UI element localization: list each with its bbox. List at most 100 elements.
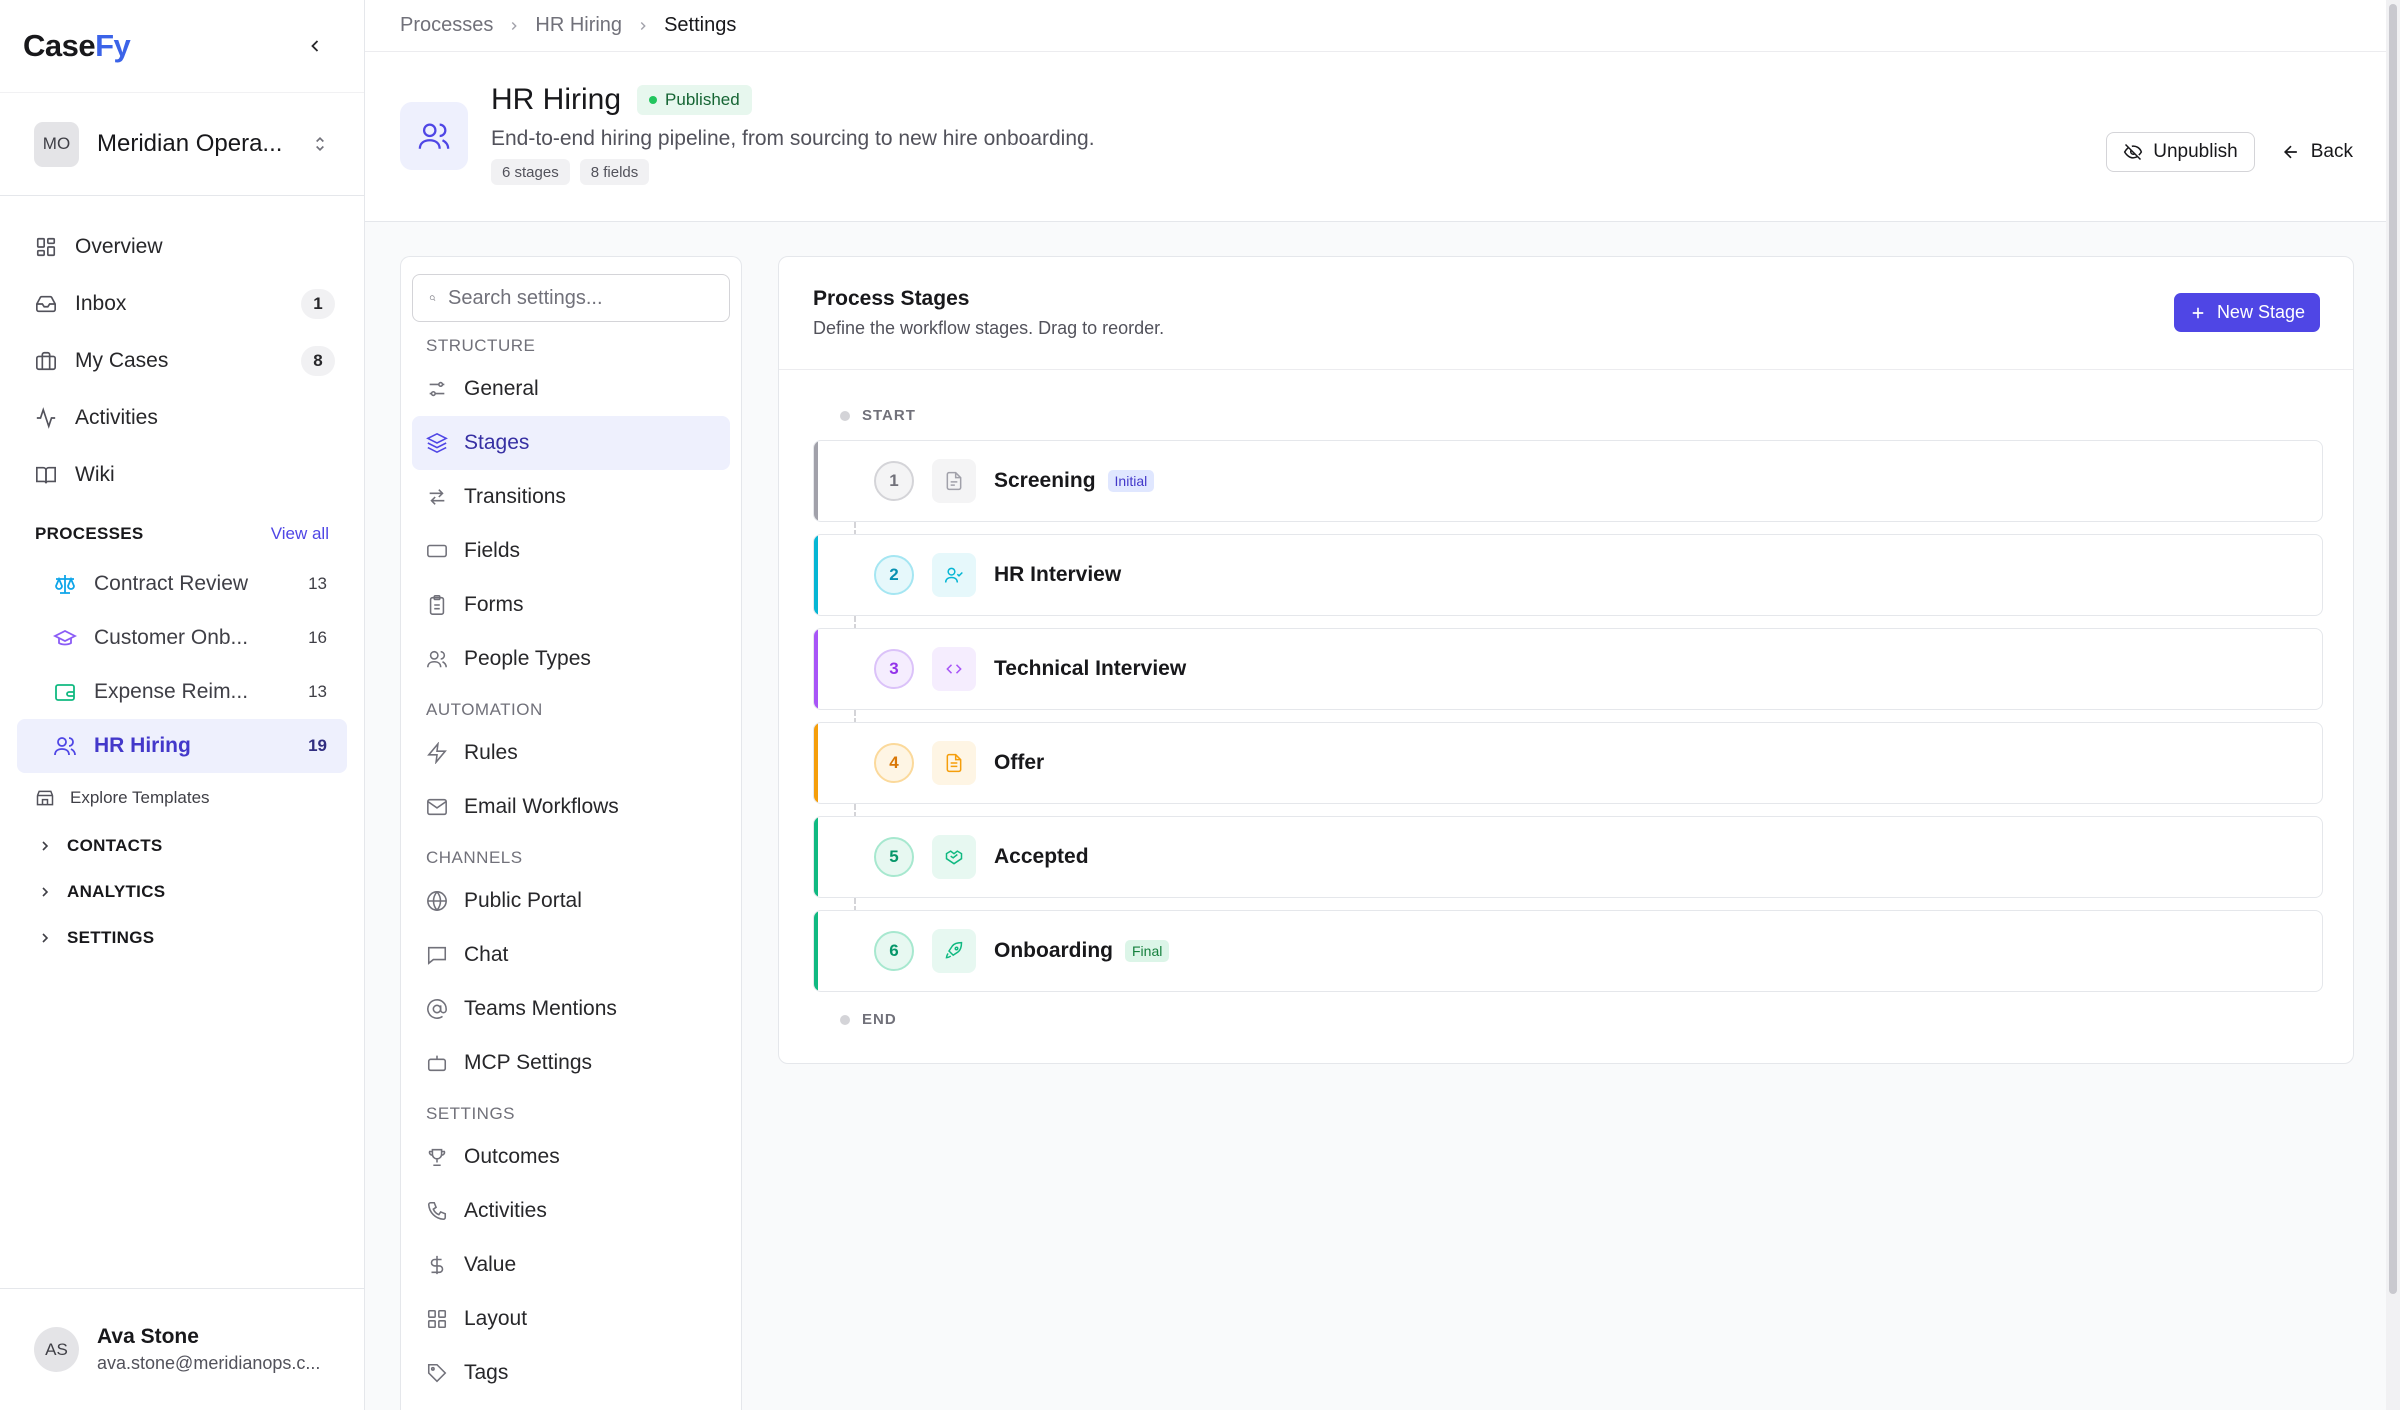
chevrons-up-down-icon <box>316 136 324 152</box>
process-item-customer-onboarding[interactable]: Customer Onb... 16 <box>17 611 347 665</box>
briefcase-icon <box>36 351 56 370</box>
final-badge: Final <box>1125 940 1170 962</box>
settings-item-value[interactable]: Value <box>412 1238 730 1292</box>
back-button[interactable]: Back <box>2269 132 2365 172</box>
stage-name-wrap: Accepted <box>994 845 1089 869</box>
nav-item-label: Wiki <box>75 462 115 486</box>
grid-icon <box>36 237 56 256</box>
settings-item-label: MCP Settings <box>464 1051 592 1074</box>
explore-templates-link[interactable]: Explore Templates <box>0 773 364 823</box>
mail-icon <box>427 798 447 816</box>
sliders-icon <box>429 381 445 397</box>
nav-item-activities[interactable]: Activities <box>0 389 364 446</box>
settings-item-rules[interactable]: Rules <box>412 726 730 780</box>
logo-text: Case <box>23 28 96 63</box>
group-contacts[interactable]: CONTACTS <box>0 823 364 869</box>
group-analytics[interactable]: ANALYTICS <box>0 869 364 915</box>
settings-item-label: Layout <box>464 1307 528 1330</box>
process-header: HR Hiring Published End-to-end hiring pi… <box>365 52 2400 222</box>
stage-name: Technical Interview <box>994 657 1187 680</box>
settings-item-email-workflows[interactable]: Email Workflows <box>412 780 730 834</box>
settings-item-label: Fields <box>464 539 521 562</box>
nav-item-label: Overview <box>75 234 163 258</box>
breadcrumb: Processes HR Hiring Settings <box>365 0 2400 52</box>
search-input[interactable] <box>448 286 713 310</box>
settings-search[interactable] <box>412 274 730 322</box>
breadcrumb-processes[interactable]: Processes <box>400 14 493 37</box>
chevron-left-icon <box>311 40 319 52</box>
process-item-hr-hiring[interactable]: HR Hiring 19 <box>17 719 347 773</box>
settings-item-label: Tags <box>464 1361 509 1384</box>
avatar: AS <box>34 1327 79 1372</box>
users-icon <box>418 123 450 149</box>
settings-item-chat[interactable]: Chat <box>412 928 730 982</box>
tag-icon <box>427 1363 447 1383</box>
stage-row-technical-interview[interactable]: 3 Technical Interview <box>813 628 2323 710</box>
search-icon <box>429 295 436 301</box>
section-title-automation: AUTOMATION <box>426 700 543 719</box>
settings-item-forms[interactable]: Forms <box>412 578 730 632</box>
logo[interactable]: CaseFy <box>23 28 131 64</box>
view-all-link[interactable]: View all <box>271 524 329 544</box>
settings-item-stages[interactable]: Stages <box>412 416 730 470</box>
stage-color-bar <box>814 535 818 615</box>
settings-item-people-types[interactable]: People Types <box>412 632 730 686</box>
settings-item-activities[interactable]: Activities <box>412 1184 730 1238</box>
grid-icon <box>427 1309 447 1329</box>
stage-row-screening[interactable]: 1 Screening Initial <box>813 440 2323 522</box>
new-stage-button[interactable]: New Stage <box>2173 293 2320 332</box>
settings-item-outcomes[interactable]: Outcomes <box>412 1130 730 1184</box>
stage-number: 5 <box>874 837 914 877</box>
status-badge: Published <box>637 85 752 115</box>
start-dot <box>840 410 850 421</box>
rocket-icon <box>945 941 963 959</box>
workspace-switcher[interactable]: MO Meridian Opera... <box>0 92 364 196</box>
settings-item-teams-mentions[interactable]: Teams Mentions <box>412 982 730 1036</box>
settings-item-public-portal[interactable]: Public Portal <box>412 874 730 928</box>
stage-icon <box>932 459 976 503</box>
settings-item-label: Rules <box>464 741 518 764</box>
settings-item-layout[interactable]: Layout <box>412 1292 730 1346</box>
process-icon <box>400 102 468 170</box>
process-item-expense-reimbursement[interactable]: Expense Reim... 13 <box>17 665 347 719</box>
workspace-avatar: MO <box>34 121 79 167</box>
nav-item-label: My Cases <box>75 348 169 372</box>
process-item-contract-review[interactable]: Contract Review 13 <box>17 557 347 611</box>
arrow-left-icon <box>2283 145 2297 159</box>
user-profile[interactable]: AS Ava Stone ava.stone@meridianops.c... <box>0 1288 364 1410</box>
end-dot <box>840 1014 850 1025</box>
page-title: HR Hiring <box>491 83 622 116</box>
process-item-count: 13 <box>308 574 327 593</box>
settings-item-transitions[interactable]: Transitions <box>412 470 730 524</box>
graduation-cap-icon <box>53 629 77 646</box>
file-icon <box>946 471 962 491</box>
group-settings[interactable]: SETTINGS <box>0 915 364 961</box>
breadcrumb-hr-hiring[interactable]: HR Hiring <box>535 14 622 37</box>
settings-item-mcp-settings[interactable]: MCP Settings <box>412 1036 730 1090</box>
scrollbar[interactable] <box>2386 0 2400 1410</box>
tag-stages-count: 6 stages <box>491 159 570 185</box>
inbox-icon <box>36 295 56 312</box>
back-label: Back <box>2310 141 2353 162</box>
stage-row-accepted[interactable]: 5 Accepted <box>813 816 2323 898</box>
stage-row-hr-interview[interactable]: 2 HR Interview <box>813 534 2323 616</box>
settings-item-label: Transitions <box>464 485 566 508</box>
chevron-right-icon <box>640 21 646 30</box>
bot-icon <box>427 1055 447 1072</box>
unpublish-button[interactable]: Unpublish <box>2106 132 2255 172</box>
initial-badge: Initial <box>1107 470 1155 492</box>
scrollbar-thumb[interactable] <box>2389 4 2397 1294</box>
settings-item-tags[interactable]: Tags <box>412 1346 730 1400</box>
nav-item-inbox[interactable]: Inbox 1 <box>0 275 364 332</box>
settings-item-label: Stages <box>464 431 530 454</box>
settings-item-fields[interactable]: Fields <box>412 524 730 578</box>
wallet-icon <box>55 684 75 701</box>
nav-item-overview[interactable]: Overview <box>0 218 364 275</box>
stage-row-offer[interactable]: 4 Offer <box>813 722 2323 804</box>
collapse-sidebar-button[interactable] <box>300 31 330 61</box>
settings-item-label: Outcomes <box>464 1145 560 1168</box>
nav-item-wiki[interactable]: Wiki <box>0 446 364 503</box>
settings-item-general[interactable]: General <box>412 362 730 416</box>
stage-row-onboarding[interactable]: 6 Onboarding Final <box>813 910 2323 992</box>
nav-item-my-cases[interactable]: My Cases 8 <box>0 332 364 389</box>
